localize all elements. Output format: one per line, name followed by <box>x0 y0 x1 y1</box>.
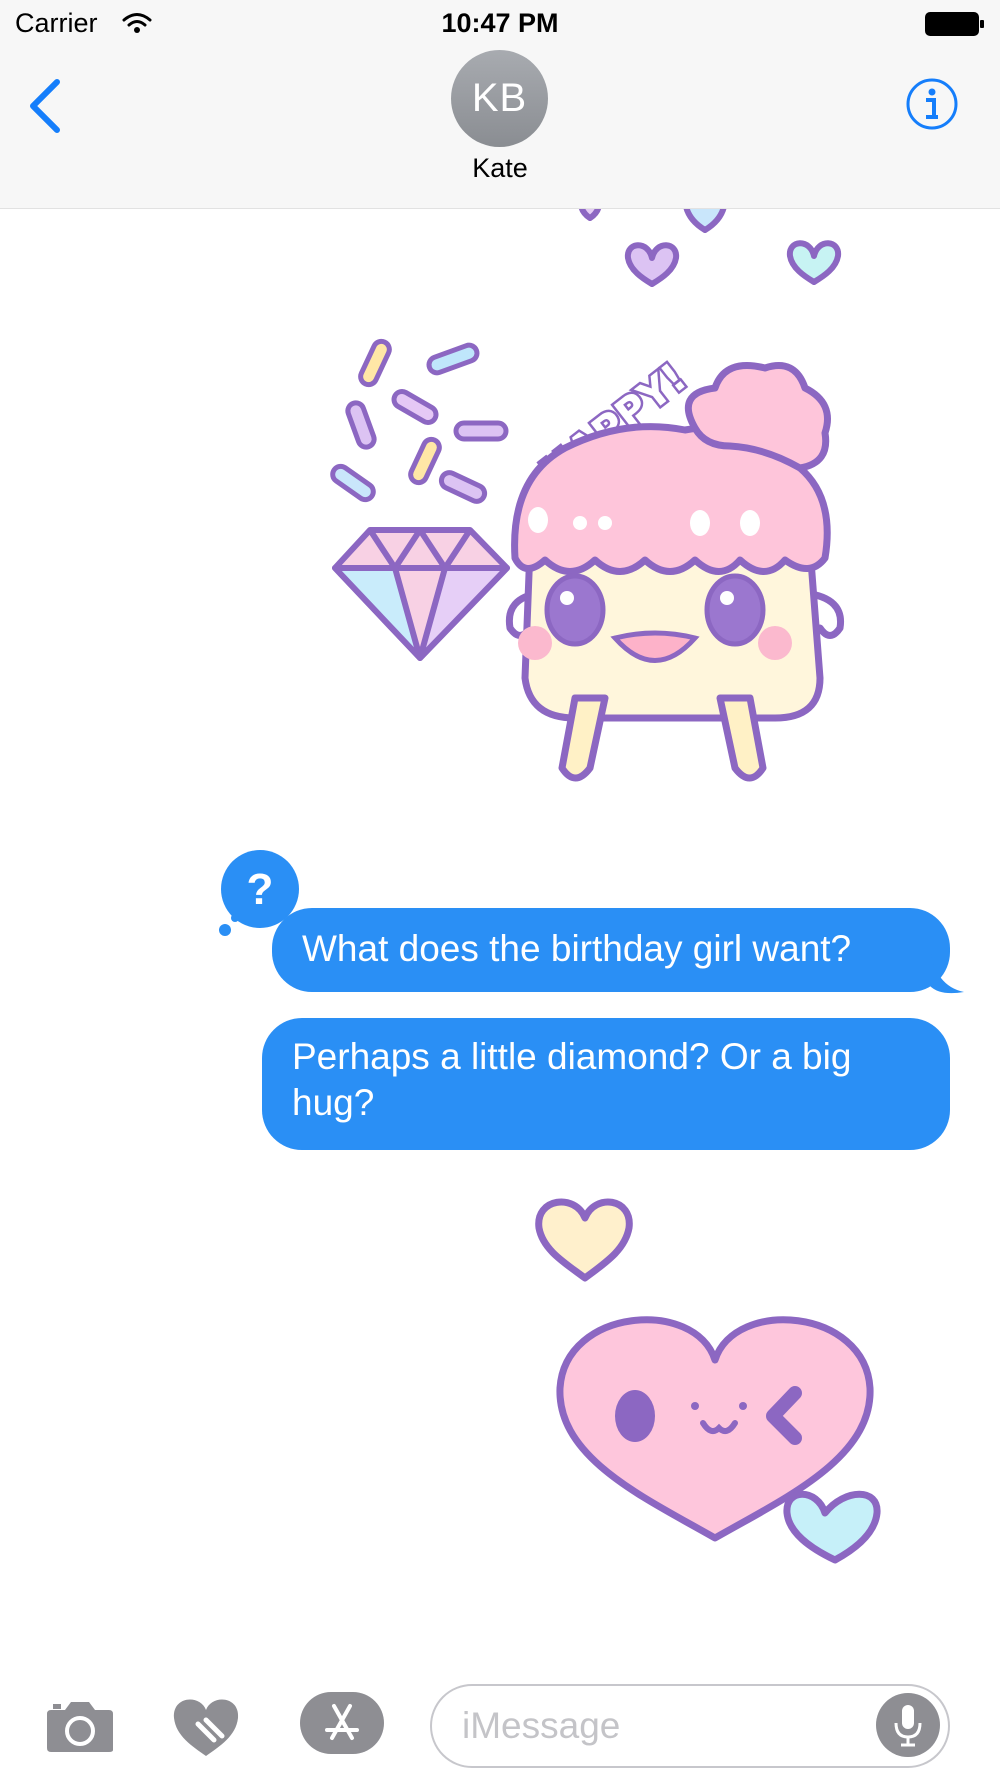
heart-icon <box>535 1198 633 1282</box>
message-bubble[interactable]: What does the birthday girl want? <box>272 908 950 992</box>
heart-icon <box>783 1490 881 1564</box>
hearts-sticker[interactable] <box>560 208 880 288</box>
info-icon[interactable] <box>905 77 959 131</box>
battery-icon <box>925 12 984 36</box>
wink-heart-sticker[interactable] <box>525 1188 925 1608</box>
conversation-header: KB Kate <box>0 50 1000 209</box>
happy-cupcake-sticker[interactable]: HAPPY! <box>325 298 935 888</box>
bubble-tail <box>930 948 964 994</box>
app-store-icon <box>325 1704 359 1740</box>
app-store-button[interactable] <box>300 1692 384 1754</box>
digital-touch-heart-icon[interactable] <box>170 1694 242 1758</box>
status-bar: Carrier 10:47 PM <box>0 0 1000 50</box>
message-bubble[interactable]: Perhaps a little diamond? Or a big hug? <box>262 1018 950 1150</box>
message-input-field[interactable] <box>430 1684 950 1768</box>
message-list: HAPPY! ? What does the birthday girl wan… <box>0 208 1000 1668</box>
microphone-icon <box>894 1705 922 1747</box>
message-input[interactable] <box>460 1700 844 1752</box>
contact-avatar[interactable]: KB <box>451 50 548 147</box>
contact-name[interactable]: Kate <box>0 153 1000 184</box>
question-mark-icon: ? <box>247 865 274 914</box>
heart-icon <box>624 240 842 287</box>
microphone-button[interactable] <box>876 1693 940 1757</box>
camera-icon[interactable] <box>45 1698 115 1754</box>
compose-toolbar <box>0 1668 1000 1778</box>
chevron-left-icon[interactable] <box>27 78 63 134</box>
status-time: 10:47 PM <box>441 8 559 38</box>
